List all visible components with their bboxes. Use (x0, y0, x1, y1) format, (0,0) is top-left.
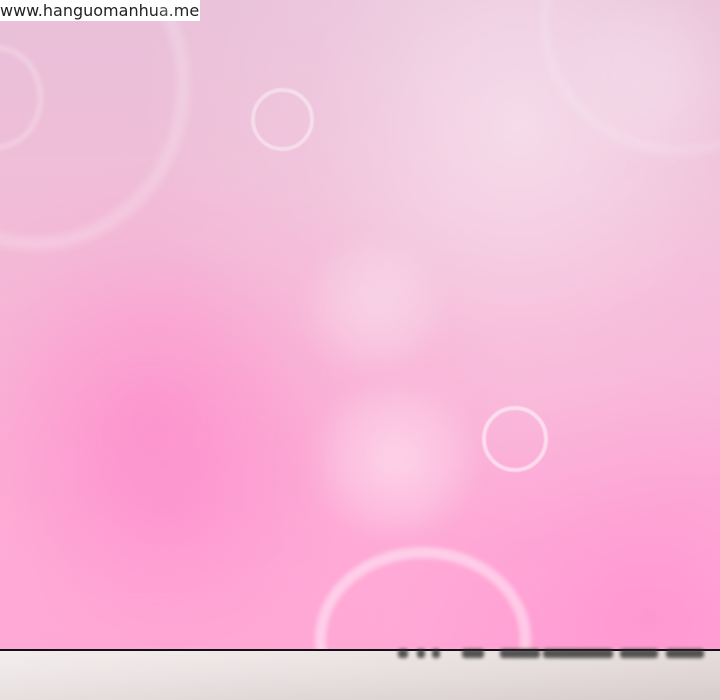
blurred-edge-mark (620, 649, 658, 658)
small-bokeh-ring-top (251, 88, 314, 151)
soft-light-glow (300, 385, 490, 535)
blurred-edge-mark (543, 649, 613, 658)
top-right-bokeh-ring (540, 0, 720, 155)
bokeh-background (0, 0, 720, 700)
blurred-edge-mark (500, 649, 540, 658)
blurred-edge-mark (666, 649, 704, 658)
neutral-floor-strip (0, 651, 720, 700)
large-bokeh-ring (0, 0, 190, 250)
soft-pink-glow (0, 245, 325, 595)
small-bokeh-ring-middle (482, 406, 548, 472)
blurred-edge-mark (417, 649, 425, 658)
blurred-edge-mark (462, 649, 484, 658)
floor-gradient (0, 651, 720, 700)
comic-panel: www.hanguomanhua.me (0, 0, 720, 700)
soft-white-glow (300, 230, 450, 380)
soft-top-right-glow (545, 0, 720, 160)
blurred-edge-mark (432, 649, 440, 658)
blurred-edge-mark (398, 649, 408, 658)
site-watermark: www.hanguomanhua.me (0, 0, 200, 21)
inner-bokeh-ring (0, 45, 43, 150)
